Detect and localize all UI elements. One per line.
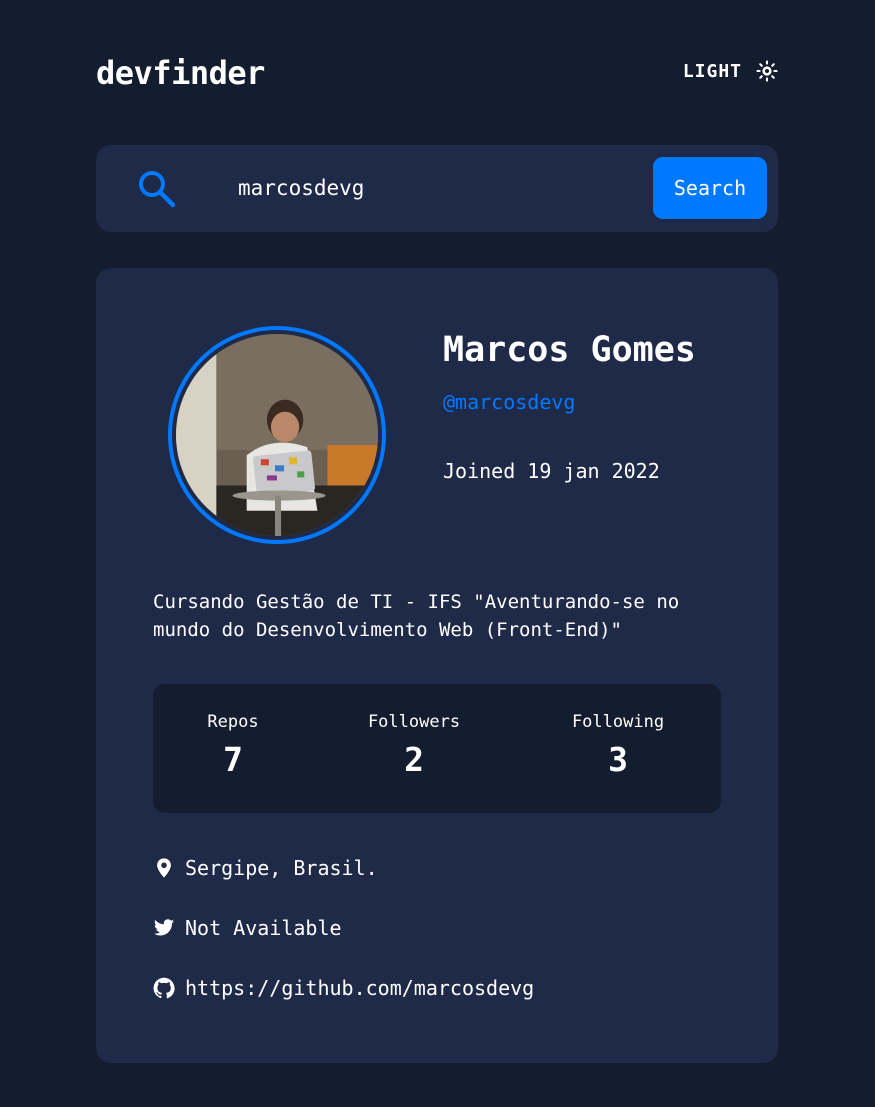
profile-joined-date: Joined 19 jan 2022 (443, 459, 660, 483)
devfinder-app: devfinder LIGHT marcosdevg Search Marcos… (0, 0, 875, 1107)
profile-bio: Cursando Gestão de TI - IFS "Aventurando… (153, 591, 680, 641)
twitter-icon (153, 919, 175, 936)
avatar (176, 334, 378, 536)
avatar-frame (168, 326, 386, 544)
stat-followers-label: Followers (367, 712, 461, 732)
location-row: Sergipe, Brasil. (153, 856, 378, 880)
stat-repos: Repos 7 (168, 712, 298, 779)
github-link[interactable]: https://github.com/marcosdevg (185, 976, 534, 1000)
profile-name: Marcos Gomes (443, 330, 696, 370)
search-icon (139, 171, 176, 208)
theme-toggle-button[interactable]: LIGHT (683, 60, 778, 82)
app-logo: devfinder (96, 54, 265, 92)
search-input[interactable] (238, 167, 618, 209)
twitter-text: Not Available (185, 916, 342, 940)
theme-toggle-label: LIGHT (682, 60, 742, 82)
location-text: Sergipe, Brasil. (185, 856, 378, 880)
app-header: devfinder LIGHT (96, 50, 778, 96)
github-icon (153, 977, 175, 999)
stat-following-label: Following (571, 712, 665, 732)
search-button[interactable]: Search (653, 157, 767, 219)
stat-following-value: 3 (608, 740, 628, 779)
profile-handle-link[interactable]: @marcosdevg (443, 390, 575, 414)
location-pin-icon (157, 858, 171, 878)
stat-followers-value: 2 (404, 740, 424, 779)
stats-panel: Repos 7 Followers 2 Following 3 (153, 684, 721, 813)
sun-icon (756, 60, 778, 82)
stat-repos-label: Repos (207, 712, 259, 732)
twitter-row: Not Available (153, 916, 342, 940)
github-row: https://github.com/marcosdevg (153, 976, 534, 1000)
stat-followers: Followers 2 (349, 712, 479, 779)
search-bar: Search (96, 145, 778, 232)
stat-following: Following 3 (553, 712, 683, 779)
profile-card: Marcos Gomes @marcosdevg Joined 19 jan 2… (96, 268, 778, 1063)
stat-repos-value: 7 (223, 740, 243, 779)
